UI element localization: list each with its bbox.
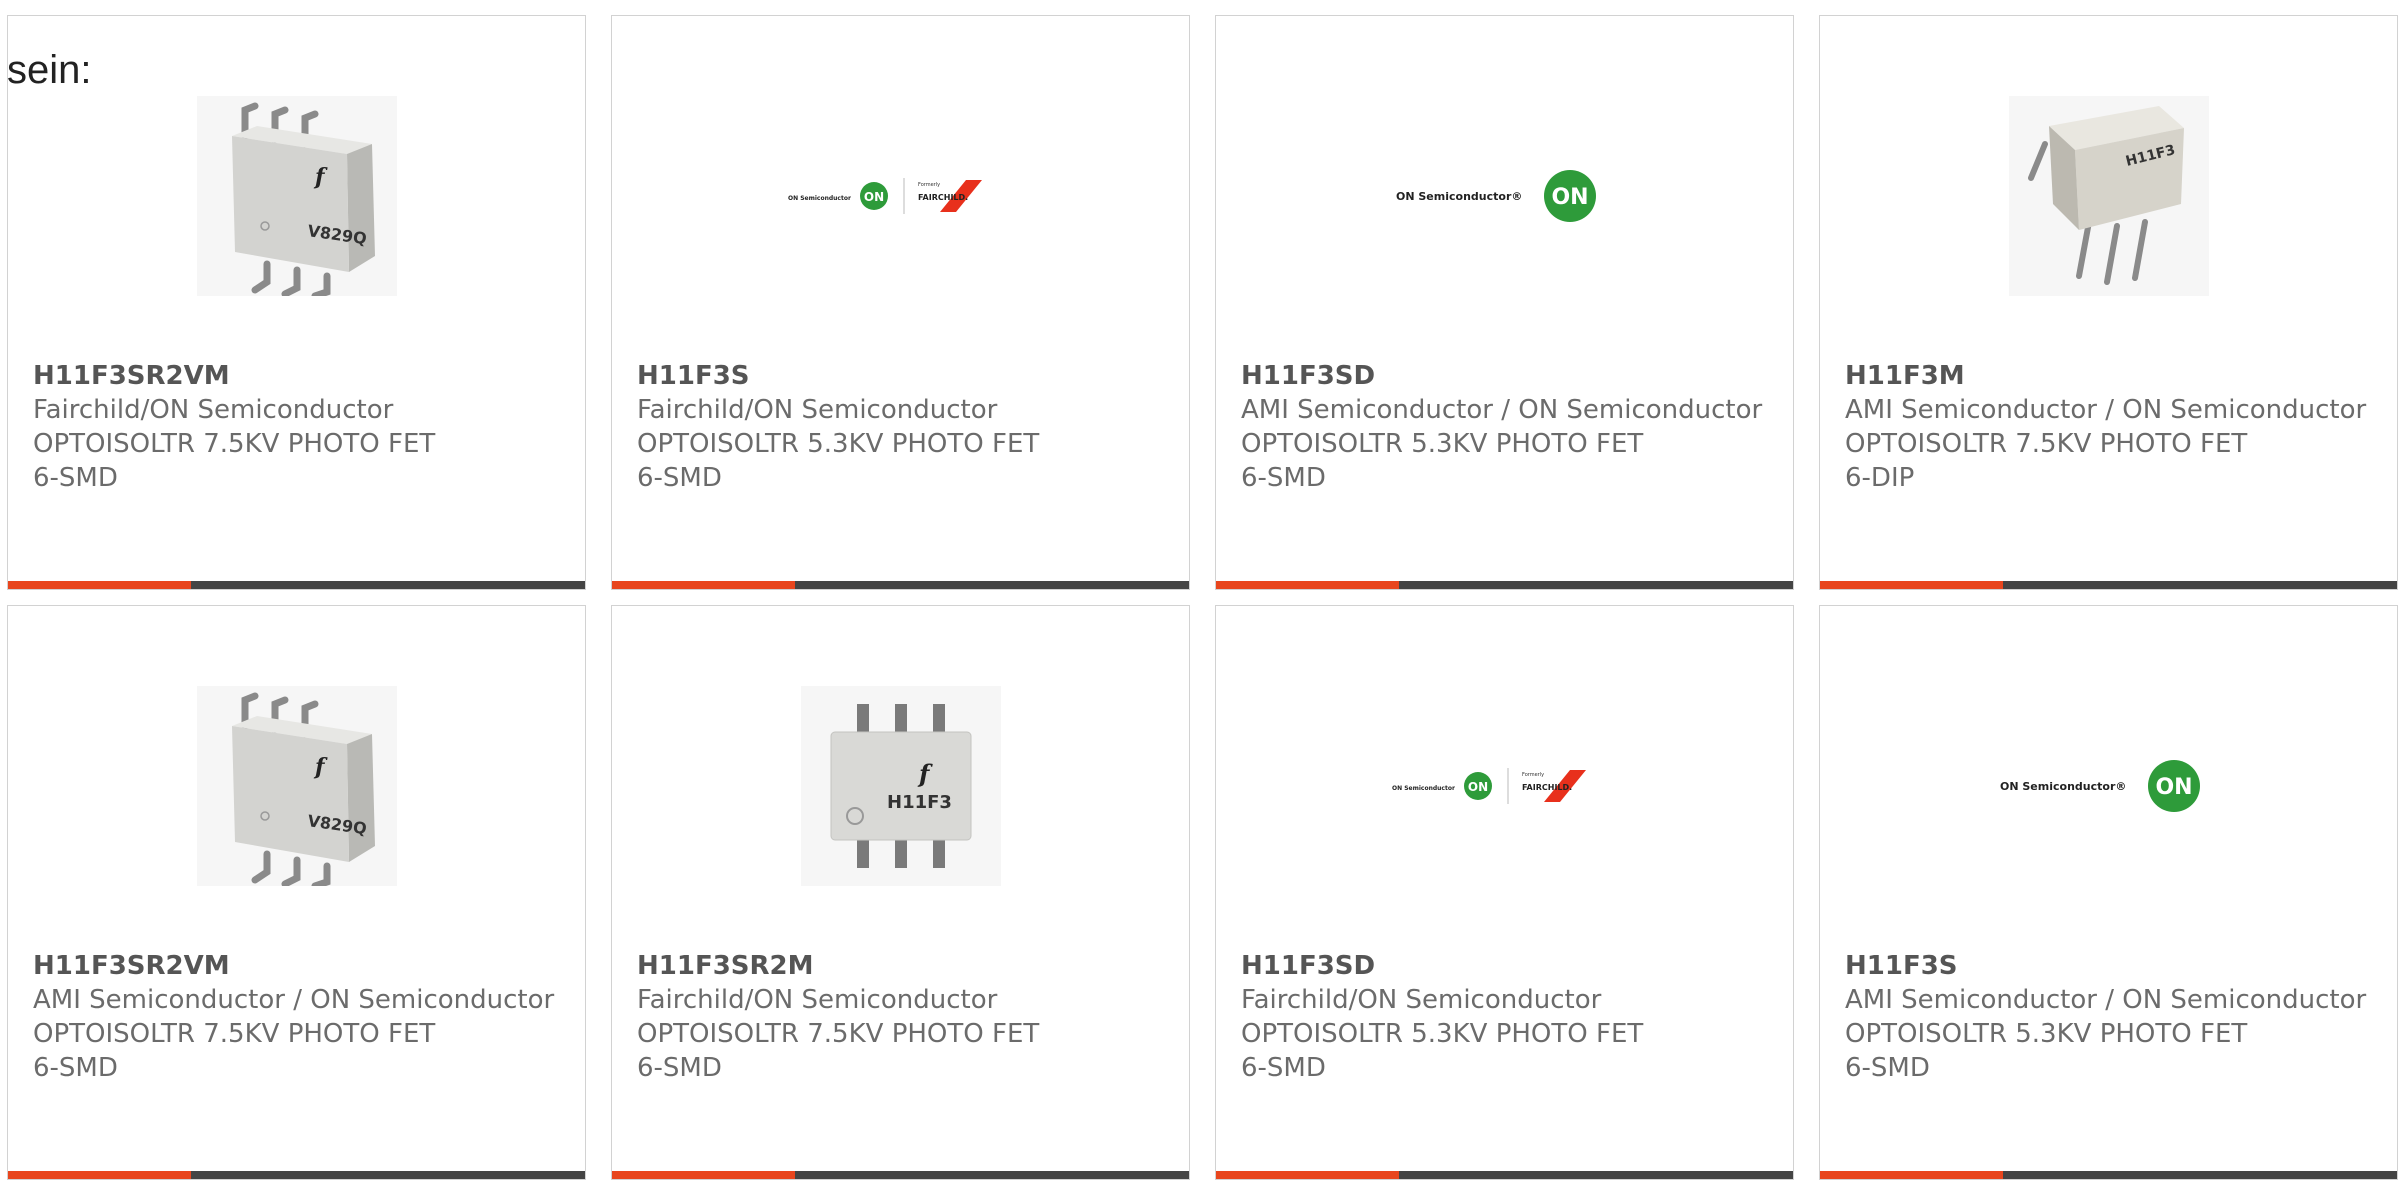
card-bottom-bar bbox=[1216, 581, 1793, 589]
product-image[interactable]: V829Q f bbox=[8, 676, 585, 896]
manufacturer-name: AMI Semiconductor / ON Semiconductor bbox=[1845, 985, 2367, 1015]
package-type: 6-SMD bbox=[1241, 463, 1326, 493]
card-bottom-bar bbox=[612, 1171, 1189, 1179]
product-card[interactable]: ON Semiconductor® ON H11F3S AMI Semicondu… bbox=[1819, 605, 2398, 1180]
manufacturer-name: AMI Semiconductor / ON Semiconductor bbox=[1241, 395, 1763, 425]
part-number[interactable]: H11F3SD bbox=[1241, 949, 1773, 983]
bar-accent bbox=[8, 1171, 191, 1179]
svg-text:Formerly: Formerly bbox=[1522, 772, 1544, 778]
product-card[interactable]: ON Semiconductor ON Formerly FAIRCHILD. … bbox=[1215, 605, 1794, 1180]
product-description: OPTOISOLTR 5.3KV PHOTO FET bbox=[1241, 429, 1644, 459]
product-description: OPTOISOLTR 5.3KV PHOTO FET bbox=[637, 429, 1040, 459]
card-bottom-bar bbox=[8, 1171, 585, 1179]
svg-text:ON Semiconductor: ON Semiconductor bbox=[788, 195, 851, 202]
part-number[interactable]: H11F3SR2M bbox=[637, 949, 1169, 983]
bar-accent bbox=[1216, 1171, 1399, 1179]
manufacturer-name: Fairchild/ON Semiconductor bbox=[637, 985, 998, 1015]
product-card[interactable]: H11F3 H11F3M AMI Semiconductor / ON Semic… bbox=[1819, 15, 2398, 590]
product-card[interactable]: V829Q f H11F3SR2VM AMI Semiconductor / ON… bbox=[7, 605, 586, 1180]
manufacturer-name: Fairchild/ON Semiconductor bbox=[33, 395, 394, 425]
svg-text:ON Semiconductor: ON Semiconductor bbox=[1392, 785, 1455, 792]
bar-accent bbox=[1820, 581, 2003, 589]
product-description: OPTOISOLTR 7.5KV PHOTO FET bbox=[637, 1019, 1040, 1049]
product-grid: V829Q f H11F3SR2VM Fairchild/ON Semicondu… bbox=[0, 0, 2400, 1180]
bar-accent bbox=[1820, 1171, 2003, 1179]
product-info: H11F3M AMI Semiconductor / ON Semiconduct… bbox=[1845, 359, 2377, 495]
package-type: 6-SMD bbox=[1241, 1053, 1326, 1083]
svg-text:FAIRCHILD.: FAIRCHILD. bbox=[1522, 783, 1572, 792]
svg-text:ON Semiconductor®: ON Semiconductor® bbox=[2000, 780, 2126, 793]
product-image[interactable]: H11F3 bbox=[1820, 86, 2397, 306]
manufacturer-logo[interactable]: ON Semiconductor ON Formerly FAIRCHILD. bbox=[612, 86, 1189, 306]
package-type: 6-DIP bbox=[1845, 463, 1915, 493]
bar-rest bbox=[1399, 581, 1793, 589]
package-type: 6-SMD bbox=[1845, 1053, 1930, 1083]
svg-text:H11F3: H11F3 bbox=[887, 792, 952, 813]
product-info: H11F3S AMI Semiconductor / ON Semiconduct… bbox=[1845, 949, 2377, 1085]
product-info: H11F3SD AMI Semiconductor / ON Semiconduc… bbox=[1241, 359, 1773, 495]
product-description: OPTOISOLTR 7.5KV PHOTO FET bbox=[1845, 429, 2248, 459]
package-type: 6-SMD bbox=[33, 1053, 118, 1083]
card-bottom-bar bbox=[1820, 581, 2397, 589]
product-info: H11F3SD Fairchild/ON Semiconductor OPTOISO… bbox=[1241, 949, 1773, 1085]
lead-text: sein: bbox=[7, 48, 92, 92]
card-bottom-bar bbox=[612, 581, 1189, 589]
svg-text:FAIRCHILD.: FAIRCHILD. bbox=[918, 193, 968, 202]
product-description: OPTOISOLTR 5.3KV PHOTO FET bbox=[1845, 1019, 2248, 1049]
package-type: 6-SMD bbox=[637, 463, 722, 493]
product-card[interactable]: ON Semiconductor ON Formerly FAIRCHILD. … bbox=[611, 15, 1190, 590]
bar-accent bbox=[612, 581, 795, 589]
svg-text:ON: ON bbox=[2155, 775, 2192, 800]
product-info: H11F3SR2VM AMI Semiconductor / ON Semicon… bbox=[33, 949, 565, 1085]
manufacturer-name: AMI Semiconductor / ON Semiconductor bbox=[1845, 395, 2367, 425]
product-info: H11F3SR2M Fairchild/ON Semiconductor OPTOI… bbox=[637, 949, 1169, 1085]
product-image[interactable]: f H11F3 bbox=[612, 676, 1189, 896]
card-bottom-bar bbox=[1820, 1171, 2397, 1179]
part-number[interactable]: H11F3SR2VM bbox=[33, 359, 565, 393]
bar-rest bbox=[1399, 1171, 1793, 1179]
bar-rest bbox=[795, 581, 1189, 589]
manufacturer-name: Fairchild/ON Semiconductor bbox=[637, 395, 998, 425]
card-bottom-bar bbox=[8, 581, 585, 589]
product-card[interactable]: f H11F3 H11F3SR2M Fairchild/ON Semiconduc… bbox=[611, 605, 1190, 1180]
product-description: OPTOISOLTR 5.3KV PHOTO FET bbox=[1241, 1019, 1644, 1049]
manufacturer-name: Fairchild/ON Semiconductor bbox=[1241, 985, 1602, 1015]
part-number[interactable]: H11F3M bbox=[1845, 359, 2377, 393]
svg-text:ON: ON bbox=[863, 190, 883, 204]
product-card[interactable]: V829Q f H11F3SR2VM Fairchild/ON Semicondu… bbox=[7, 15, 586, 590]
bar-rest bbox=[191, 1171, 585, 1179]
part-number[interactable]: H11F3SD bbox=[1241, 359, 1773, 393]
product-description: OPTOISOLTR 7.5KV PHOTO FET bbox=[33, 429, 436, 459]
product-info: H11F3S Fairchild/ON Semiconductor OPTOISOL… bbox=[637, 359, 1169, 495]
manufacturer-logo[interactable]: ON Semiconductor ON Formerly FAIRCHILD. bbox=[1216, 676, 1793, 896]
package-type: 6-SMD bbox=[637, 1053, 722, 1083]
part-number[interactable]: H11F3S bbox=[1845, 949, 2377, 983]
svg-text:ON: ON bbox=[1551, 185, 1588, 210]
bar-accent bbox=[612, 1171, 795, 1179]
bar-rest bbox=[795, 1171, 1189, 1179]
bar-rest bbox=[2003, 581, 2397, 589]
part-number[interactable]: H11F3SR2VM bbox=[33, 949, 565, 983]
svg-text:Formerly: Formerly bbox=[918, 182, 940, 188]
product-description: OPTOISOLTR 7.5KV PHOTO FET bbox=[33, 1019, 436, 1049]
package-type: 6-SMD bbox=[33, 463, 118, 493]
part-number[interactable]: H11F3S bbox=[637, 359, 1169, 393]
svg-text:ON Semiconductor®: ON Semiconductor® bbox=[1396, 190, 1522, 203]
bar-accent bbox=[1216, 581, 1399, 589]
bar-rest bbox=[191, 581, 585, 589]
product-image[interactable]: V829Q f bbox=[8, 86, 585, 306]
card-bottom-bar bbox=[1216, 1171, 1793, 1179]
manufacturer-name: AMI Semiconductor / ON Semiconductor bbox=[33, 985, 555, 1015]
product-info: H11F3SR2VM Fairchild/ON Semiconductor OPTO… bbox=[33, 359, 565, 495]
svg-text:ON: ON bbox=[1467, 780, 1487, 794]
manufacturer-logo[interactable]: ON Semiconductor® ON bbox=[1820, 676, 2397, 896]
product-card[interactable]: ON Semiconductor® ON H11F3SD AMI Semicond… bbox=[1215, 15, 1794, 590]
manufacturer-logo[interactable]: ON Semiconductor® ON bbox=[1216, 86, 1793, 306]
bar-accent bbox=[8, 581, 191, 589]
bar-rest bbox=[2003, 1171, 2397, 1179]
